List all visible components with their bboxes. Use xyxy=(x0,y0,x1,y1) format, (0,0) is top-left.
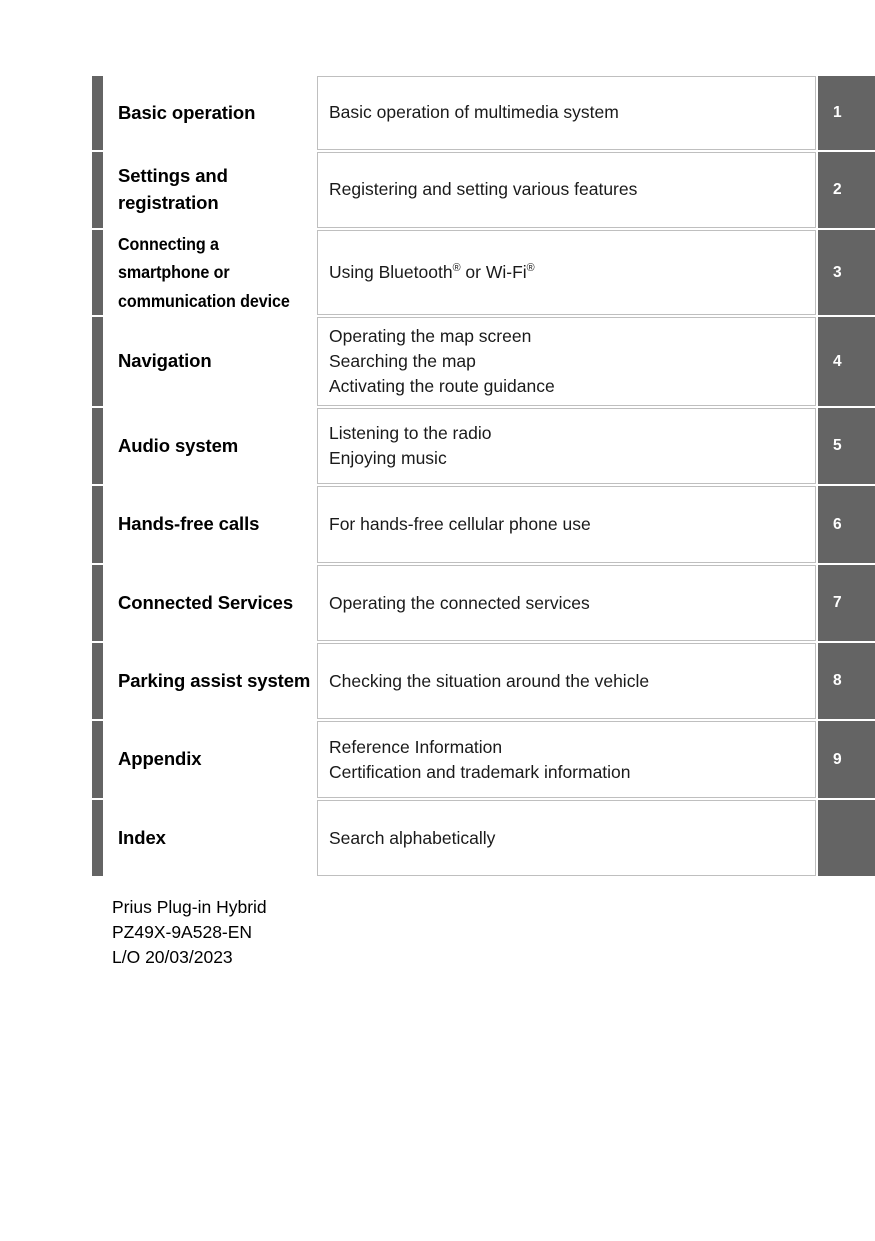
table-row[interactable]: Hands-free calls For hands-free cellular… xyxy=(92,486,875,564)
chapter-tab[interactable]: 6 xyxy=(818,486,875,564)
chapter-description: Operating the map screen Searching the m… xyxy=(329,326,555,397)
footer-layout-date: L/O 20/03/2023 xyxy=(112,946,233,967)
footer-part-number: PZ49X-9A528-EN xyxy=(112,921,253,942)
chapter-accent-bar xyxy=(92,486,103,564)
chapter-tab[interactable]: 3 xyxy=(818,230,875,316)
chapter-title: Index xyxy=(118,826,166,848)
chapter-title: Connected Services xyxy=(118,591,294,613)
chapter-tab-number: 5 xyxy=(833,437,842,455)
chapter-accent-bar xyxy=(92,721,103,799)
chapter-description-cell: Operating the map screen Searching the m… xyxy=(317,317,816,407)
chapter-description: Search alphabetically xyxy=(329,827,496,848)
chapter-title-cell: Audio system xyxy=(103,408,317,484)
chapter-description-cell: Registering and setting various features xyxy=(317,152,816,228)
chapter-title-cell: Parking assist system xyxy=(103,643,317,719)
chapter-tab[interactable]: 9 xyxy=(818,721,875,799)
table-row[interactable]: Connected Services Operating the connect… xyxy=(92,565,875,642)
chapter-accent-bar xyxy=(92,408,103,485)
chapter-tab-number: 1 xyxy=(833,104,842,122)
chapter-title-cell: Index xyxy=(103,800,317,876)
chapter-description: Basic operation of multimedia system xyxy=(329,102,619,123)
chapter-tab-number: 2 xyxy=(833,181,842,199)
chapter-title-cell: Settings and registration xyxy=(103,152,317,228)
table-row[interactable]: Basic operation Basic operation of multi… xyxy=(92,76,875,150)
table-row[interactable]: Settings and registration Registering an… xyxy=(92,152,875,228)
footer-block: Prius Plug-in Hybrid PZ49X-9A528-EN L/O … xyxy=(112,895,267,970)
chapter-title: Basic operation xyxy=(118,101,256,123)
chapter-tab[interactable]: 8 xyxy=(818,643,875,720)
table-row[interactable]: Index Search alphabetically xyxy=(92,800,875,877)
chapter-description: Reference Information Certification and … xyxy=(329,736,631,782)
chapter-title: Appendix xyxy=(118,748,202,770)
chapter-tab-number: 9 xyxy=(833,750,842,768)
chapter-title-cell: Connecting a smartphone or communication… xyxy=(103,230,317,315)
chapter-description: Operating the connected services xyxy=(329,592,590,613)
chapter-title: Hands-free calls xyxy=(118,513,260,535)
chapter-title-cell: Appendix xyxy=(103,721,317,798)
table-row[interactable]: Parking assist system Checking the situa… xyxy=(92,643,875,720)
chapter-description: Using Bluetooth® or Wi-Fi® xyxy=(329,262,535,282)
chapter-tab[interactable]: 2 xyxy=(818,152,875,228)
contents-table: Basic operation Basic operation of multi… xyxy=(92,76,875,878)
chapter-title: Parking assist system xyxy=(118,669,311,691)
chapter-accent-bar xyxy=(92,800,103,877)
chapter-description-cell: Reference Information Certification and … xyxy=(317,721,816,799)
chapter-tab-number: 3 xyxy=(833,263,842,281)
chapter-tab-number: 8 xyxy=(833,672,842,690)
chapter-tab[interactable]: 1 xyxy=(818,76,875,150)
chapter-accent-bar xyxy=(92,152,103,228)
chapter-accent-bar xyxy=(92,565,103,642)
chapter-title: Connecting a smartphone or communication… xyxy=(118,234,290,311)
table-row[interactable]: Navigation Operating the map screen Sear… xyxy=(92,317,875,407)
chapter-accent-bar xyxy=(92,230,103,316)
chapter-description-cell: Basic operation of multimedia system xyxy=(317,76,816,150)
chapter-accent-bar xyxy=(92,317,103,407)
table-row[interactable]: Connecting a smartphone or communication… xyxy=(92,230,875,316)
chapter-tab[interactable]: 4 xyxy=(818,317,875,407)
chapter-accent-bar xyxy=(92,76,103,150)
chapter-description-cell: Checking the situation around the vehicl… xyxy=(317,643,816,720)
chapter-description-cell: Search alphabetically xyxy=(317,800,816,877)
chapter-title: Audio system xyxy=(118,434,239,456)
chapter-description: Listening to the radio Enjoying music xyxy=(329,423,492,469)
chapter-tab-number: 7 xyxy=(833,594,842,612)
chapter-title: Navigation xyxy=(118,350,212,372)
chapter-description-cell: Operating the connected services xyxy=(317,565,816,642)
chapter-description-cell: Using Bluetooth® or Wi-Fi® xyxy=(317,230,816,316)
manual-contents-page: Basic operation Basic operation of multi… xyxy=(0,0,875,1241)
chapter-tab-number: 4 xyxy=(833,352,842,370)
chapter-tab[interactable]: 5 xyxy=(818,408,875,485)
footer-model: Prius Plug-in Hybrid xyxy=(112,897,267,917)
chapter-description-cell: Listening to the radio Enjoying music xyxy=(317,408,816,485)
chapter-tab-number: 6 xyxy=(833,515,842,533)
chapter-title-cell: Connected Services xyxy=(103,565,317,641)
table-row[interactable]: Appendix Reference Information Certifica… xyxy=(92,721,875,799)
chapter-description-cell: For hands-free cellular phone use xyxy=(317,486,816,564)
chapter-description: For hands-free cellular phone use xyxy=(329,514,591,535)
chapter-title: Settings and registration xyxy=(118,165,228,213)
chapter-title-cell: Navigation xyxy=(103,317,317,406)
chapter-tab[interactable] xyxy=(818,800,875,877)
chapter-tab[interactable]: 7 xyxy=(818,565,875,642)
chapter-title-cell: Basic operation xyxy=(103,76,317,150)
chapter-accent-bar xyxy=(92,643,103,720)
table-row[interactable]: Audio system Listening to the radio Enjo… xyxy=(92,408,875,485)
chapter-description: Checking the situation around the vehicl… xyxy=(329,670,650,691)
chapter-description: Registering and setting various features xyxy=(329,179,638,200)
chapter-title-cell: Hands-free calls xyxy=(103,486,317,563)
